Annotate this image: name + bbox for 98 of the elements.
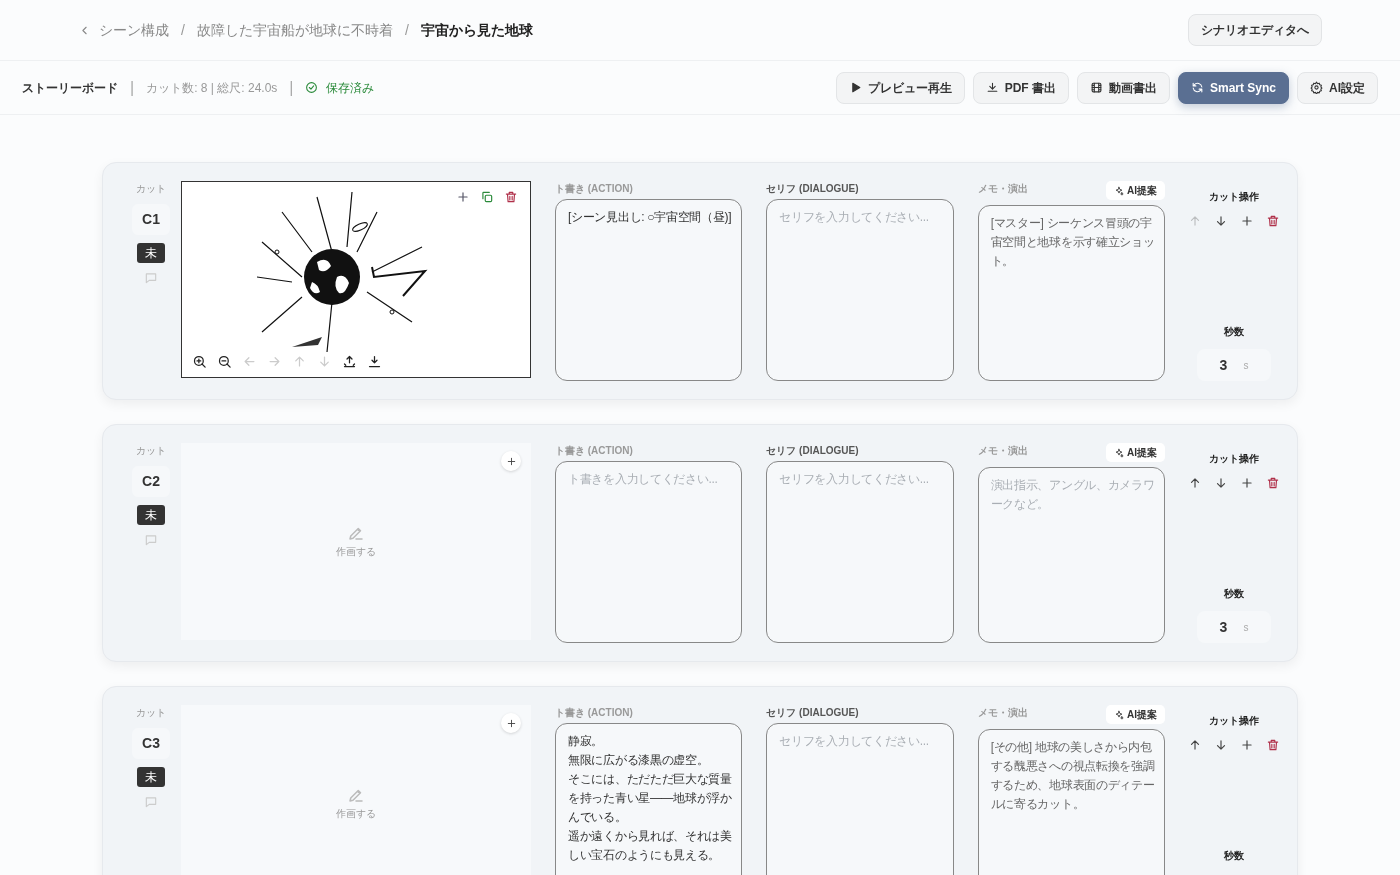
placeholder-text: ト書きを入力してください...	[568, 471, 719, 488]
seconds-value: 3	[1219, 355, 1228, 375]
cut-stats: カット数: 8 | 総尺: 24.0s	[146, 79, 278, 97]
delete-icon[interactable]	[504, 190, 518, 204]
ops-label: カット操作	[1209, 714, 1259, 728]
copy-icon[interactable]	[480, 190, 494, 204]
ai-suggest-button[interactable]: AI提案	[1106, 443, 1165, 462]
separator: |	[130, 77, 135, 98]
add-icon	[1240, 737, 1254, 752]
down-arrow-icon	[1214, 213, 1228, 228]
seconds-unit: s	[1243, 358, 1249, 373]
up-arrow-icon	[1188, 213, 1202, 228]
ai-suggest-button[interactable]: AI提案	[1106, 181, 1165, 200]
field-label: ト書き (ACTION)	[555, 182, 634, 196]
sparkle-icon	[1114, 709, 1124, 720]
cut-label: カット	[136, 182, 166, 196]
status-badge: 未	[137, 505, 165, 525]
placeholder-text: セリフを入力してください...	[779, 471, 930, 488]
seconds-field[interactable]: 3 s	[1197, 611, 1271, 643]
text-line: 無限に広がる漆黒の虚空。	[568, 752, 710, 769]
seconds-field[interactable]: 3 s	[1197, 349, 1271, 381]
cut-number: C1	[132, 204, 170, 235]
ai-suggest-button[interactable]: AI提案	[1106, 705, 1165, 724]
field-label: セリフ (DIALOGUE)	[766, 706, 860, 720]
add-icon	[505, 717, 517, 729]
settings-icon	[1310, 81, 1323, 94]
breadcrumb-separator: /	[181, 20, 185, 40]
text-line: [マスター] シーケンス冒頭の宇宙空間と地球を示す確立ショット。	[990, 215, 1155, 270]
placeholder-text: セリフを入力してください...	[779, 209, 930, 226]
add-icon	[505, 455, 517, 467]
save-status: 保存済み	[326, 79, 375, 97]
delete-icon	[1266, 475, 1280, 490]
field-label: メモ・演出	[977, 706, 1028, 720]
toolbar-button[interactable]: Smart Sync	[1177, 71, 1289, 104]
field-label: メモ・演出	[977, 444, 1028, 458]
cut-label: カット	[136, 444, 166, 458]
film-icon	[1089, 81, 1103, 94]
toolbar-button[interactable]: AI設定	[1297, 71, 1378, 104]
editor-button[interactable]: シナリオエディタへ	[1188, 14, 1322, 46]
text-line: 静寂。	[568, 733, 605, 750]
field-label: メモ・演出	[977, 182, 1028, 196]
down-arrow-icon	[1214, 737, 1228, 752]
seconds-value: 3	[1219, 617, 1228, 637]
delete-icon	[1266, 213, 1280, 228]
sparkle-icon	[1114, 185, 1124, 196]
toolbar-button[interactable]: PDF 書出	[972, 71, 1069, 104]
back-link[interactable]: シーン構成	[78, 19, 169, 41]
add-icon	[1240, 475, 1254, 490]
cut-number: C3	[132, 728, 170, 759]
add-button[interactable]	[501, 713, 521, 733]
seconds-unit: s	[1243, 620, 1249, 635]
text-area[interactable]: [その他] 地球の美しさから内包する醜悪さへの視点転換を強調するため、地球表面のディテールに寄るカット。	[977, 729, 1165, 875]
placeholder-text: セリフを入力してください...	[779, 733, 930, 750]
status-badge: 未	[137, 243, 165, 263]
text-line: 遥か遠くから見れば、それは美しい宝石のようにも見える。	[568, 828, 733, 864]
text-area[interactable]: [マスター] シーケンス冒頭の宇宙空間と地球を示す確立ショット。	[977, 205, 1165, 381]
download-icon[interactable]	[367, 354, 382, 369]
toolbar-button[interactable]: 動画書出	[1076, 71, 1170, 104]
seconds-label: 秒数	[1224, 587, 1244, 601]
ops-label: カット操作	[1209, 190, 1259, 204]
upload-icon[interactable]	[342, 354, 357, 369]
field-label: ト書き (ACTION)	[555, 706, 634, 720]
sparkle-icon	[1114, 447, 1124, 458]
seconds-label: 秒数	[1224, 325, 1244, 339]
cut-label: カット	[136, 706, 166, 720]
delete-icon	[1266, 737, 1280, 752]
field-label: ト書き (ACTION)	[555, 444, 634, 458]
text-line: [シーン見出し: ○宇宙空間（昼)]	[568, 209, 733, 226]
page-title: ストーリーボード	[22, 79, 118, 97]
ops-label: カット操作	[1209, 452, 1259, 466]
cut-number: C2	[132, 466, 170, 497]
status-badge: 未	[137, 767, 165, 787]
add-button[interactable]	[501, 451, 521, 471]
sync-icon	[1190, 81, 1204, 94]
add-icon[interactable]	[456, 190, 470, 204]
field-label: セリフ (DIALOGUE)	[766, 444, 860, 458]
separator: |	[289, 77, 294, 98]
draw-label: 作画する	[336, 807, 376, 821]
field-label: セリフ (DIALOGUE)	[766, 182, 860, 196]
down-arrow-icon	[1214, 475, 1228, 490]
text-line: そこには、ただただ巨大な質量を持った青い星——地球が浮かんでいる。	[568, 771, 733, 826]
up-arrow-icon	[1188, 475, 1202, 490]
breadcrumb-separator: /	[404, 20, 409, 40]
toolbar-button[interactable]: プレビュー再生	[835, 71, 965, 104]
zoom-in-icon[interactable]	[192, 354, 207, 369]
check-icon	[305, 81, 319, 94]
text-area[interactable]: 静寂。 無限に広がる漆黒の虚空。 そこには、ただただ巨大な質量を持った青い星——地球が浮かんでいる。 遥か遠くから見れば、それは美しい宝石のようにも見える。	[555, 723, 743, 875]
placeholder-text: 演出指示、アングル、カメラワークなど。	[990, 477, 1155, 513]
breadcrumb-item: 宇宙から見た地球	[420, 20, 533, 40]
up-arrow-icon	[1188, 737, 1202, 752]
zoom-out-icon[interactable]	[217, 354, 232, 369]
text-area[interactable]: [シーン見出し: ○宇宙空間（昼)]	[555, 199, 743, 381]
download-icon	[985, 81, 999, 94]
text-line: [その他] 地球の美しさから内包する醜悪さへの視点転換を強調するため、地球表面のディテールに寄るカット。	[990, 739, 1155, 813]
add-icon	[1240, 213, 1254, 228]
breadcrumb-item[interactable]: 故障した宇宙船が地球に不時着	[196, 19, 393, 41]
seconds-label: 秒数	[1224, 849, 1244, 863]
draw-label: 作画する	[336, 545, 376, 559]
